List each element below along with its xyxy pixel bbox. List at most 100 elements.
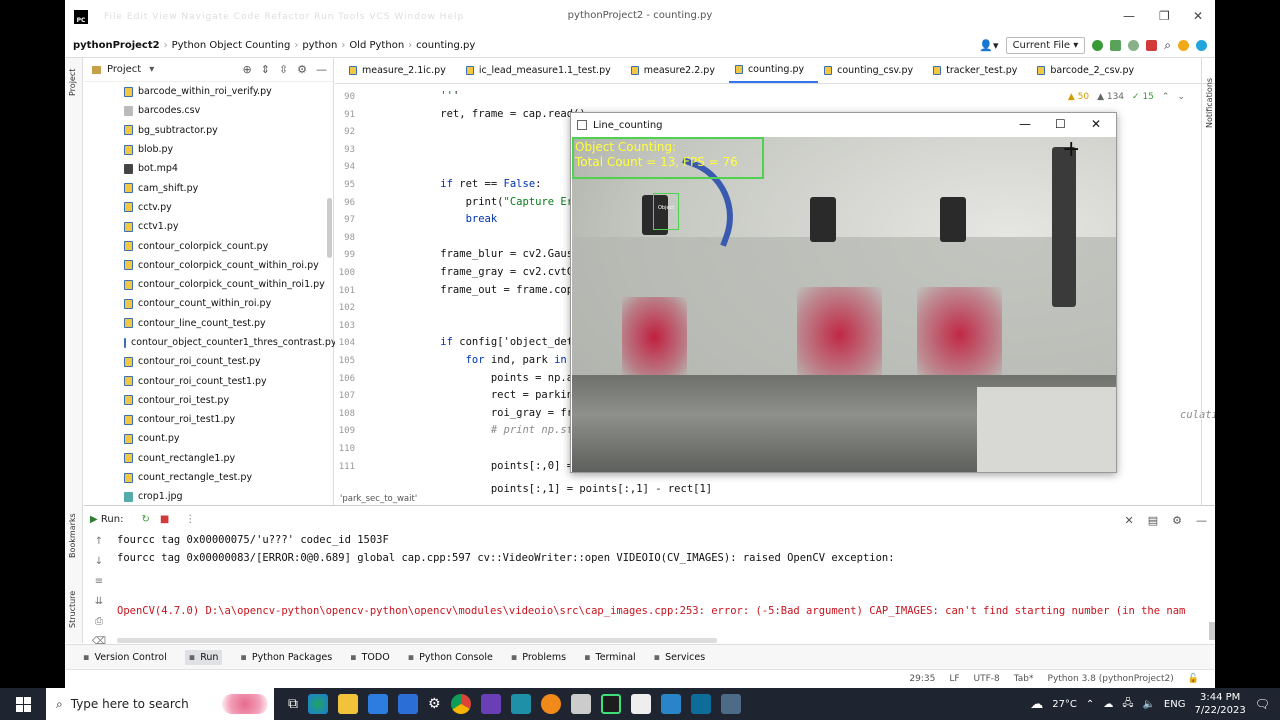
interpreter[interactable]: Python 3.8 (pythonProject2) <box>1048 674 1174 684</box>
file-tree-item[interactable]: contour_line_count_test.py <box>84 314 329 333</box>
file-tree-item[interactable]: barcodes.csv <box>84 101 329 120</box>
maximize-icon[interactable]: ☐ <box>1055 117 1066 131</box>
tree-scrollbar[interactable] <box>327 198 332 258</box>
run-config-select[interactable]: Current File ▾ <box>1005 37 1086 54</box>
file-tree-item[interactable]: contour_colorpick_count_within_roi1.py <box>84 275 329 294</box>
tool-tab-version-control[interactable]: ▪ Version Control <box>83 652 167 663</box>
start-button[interactable] <box>0 688 46 720</box>
search-icon[interactable]: ⌕ <box>1164 38 1171 53</box>
arrow-up-icon[interactable]: ↑ <box>95 536 103 547</box>
chevron-up-icon[interactable]: ⌃ <box>1086 699 1094 710</box>
file-explorer-icon[interactable] <box>338 694 358 714</box>
indent-setting[interactable]: Tab* <box>1014 674 1034 684</box>
run-label[interactable]: Run: <box>101 514 124 525</box>
app-icon[interactable] <box>690 694 711 714</box>
editor-tab[interactable]: ic_lead_measure1.1_test.py <box>460 57 625 83</box>
task-view-icon[interactable]: ⧉ <box>288 696 298 712</box>
file-tree-item[interactable]: contour_roi_count_test1.py <box>84 371 329 390</box>
caret-position[interactable]: 29:35 <box>909 674 935 684</box>
maximize-icon[interactable]: ❐ <box>1159 9 1170 23</box>
file-tree-item[interactable]: crop1.jpg <box>84 487 329 506</box>
file-tree-item[interactable]: contour_colorpick_count_within_roi.py <box>84 256 329 275</box>
print-icon[interactable]: ⎙ <box>95 616 103 627</box>
file-tree-item[interactable]: bot.mp4 <box>84 159 329 178</box>
tool-tab-python-packages[interactable]: ▪ Python Packages <box>240 652 332 663</box>
store-icon[interactable] <box>368 694 388 714</box>
close-icon[interactable]: ✕ <box>1125 514 1134 527</box>
language-indicator[interactable]: ENG <box>1164 699 1186 710</box>
project-tool-tab[interactable]: Project <box>68 69 77 96</box>
structure-tool-tab[interactable]: Structure <box>68 591 77 628</box>
clock[interactable]: 3:44 PM 7/22/2023 <box>1194 691 1245 717</box>
close-icon[interactable]: ✕ <box>1091 117 1101 131</box>
tool-tab-python-console[interactable]: ▪ Python Console <box>408 652 493 663</box>
rerun-icon[interactable] <box>1092 40 1104 51</box>
chrome-icon[interactable] <box>450 694 471 714</box>
pycharm-icon[interactable] <box>600 694 621 714</box>
editor-tab[interactable]: tracker_test.py <box>927 57 1031 83</box>
file-tree-item[interactable]: cctv.py <box>84 198 329 217</box>
breadcrumb-file[interactable]: counting.py <box>416 40 475 51</box>
editor-tab[interactable]: measure_2.1ic.py <box>343 57 460 83</box>
soft-wrap-icon[interactable]: ≡ <box>95 576 103 587</box>
editor-tab[interactable]: barcode_2_csv.py <box>1031 57 1148 83</box>
tool-tab-services[interactable]: ▪ Services <box>654 652 706 663</box>
network-icon[interactable]: 🖧 <box>1122 696 1133 713</box>
python-icon[interactable] <box>720 694 741 714</box>
editor-tab[interactable]: counting.py <box>728 57 819 83</box>
file-tree-item[interactable]: contour_object_counter1_thres_contrast.p… <box>84 333 336 352</box>
editor-tab[interactable]: measure2.2.py <box>625 57 729 83</box>
coverage-icon[interactable] <box>1128 40 1140 51</box>
collapse-all-icon[interactable]: ⇳ <box>279 63 288 76</box>
file-tree-item[interactable]: contour_roi_test.py <box>84 391 329 410</box>
project-panel-title[interactable]: Project <box>107 64 141 75</box>
breadcrumb-folder[interactable]: python <box>302 40 337 51</box>
layout-icon[interactable]: ▤ <box>1148 514 1158 527</box>
tool-tab-todo[interactable]: ▪ TODO <box>350 652 390 663</box>
firefox-icon[interactable] <box>540 694 561 714</box>
minimize-icon[interactable]: — <box>1123 9 1135 23</box>
onedrive-icon[interactable]: ☁ <box>1103 699 1113 710</box>
notifications-tool-tab[interactable]: Notifications <box>1205 78 1214 128</box>
console-vscrollbar[interactable] <box>1209 622 1215 640</box>
weather-icon[interactable]: ☁ <box>1030 697 1043 712</box>
gear-icon[interactable]: ⚙ <box>297 63 307 76</box>
file-tree-item[interactable]: count_rectangle1.py <box>84 449 329 468</box>
update-icon[interactable] <box>1178 40 1189 51</box>
file-tree-item[interactable]: cam_shift.py <box>84 178 329 197</box>
hide-icon[interactable]: — <box>1196 514 1207 527</box>
tool-tab-terminal[interactable]: ▪ Terminal <box>584 652 636 663</box>
volume-icon[interactable]: 🔈 <box>1142 699 1154 710</box>
lock-icon[interactable]: 🔓 <box>1188 674 1199 684</box>
locate-icon[interactable]: ⊕ <box>242 63 251 76</box>
main-menu[interactable]: File Edit View Navigate Code Refactor Ru… <box>104 12 464 22</box>
editor-tab[interactable]: counting_csv.py <box>818 57 927 83</box>
camera-icon[interactable] <box>570 694 591 714</box>
file-encoding[interactable]: UTF-8 <box>974 674 1000 684</box>
file-tree-item[interactable]: barcode_within_roi_verify.py <box>84 82 329 101</box>
plugins-icon[interactable] <box>1196 40 1207 51</box>
tool-tab-problems[interactable]: ▪ Problems <box>511 652 566 663</box>
taskbar-search[interactable]: ⌕ Type here to search <box>46 688 274 720</box>
file-tree-item[interactable]: count_rectangle_test.py <box>84 468 329 487</box>
notepad-icon[interactable] <box>630 694 651 714</box>
stop-icon[interactable] <box>1146 40 1158 51</box>
minimize-icon[interactable]: — <box>1019 117 1031 131</box>
edge-icon[interactable] <box>308 694 328 714</box>
weather-temp[interactable]: 27°C <box>1052 699 1077 710</box>
debug-icon[interactable] <box>1110 40 1122 51</box>
file-tree-item[interactable]: cctv1.py <box>84 217 329 236</box>
close-icon[interactable]: ✕ <box>1193 9 1203 23</box>
arrow-down-icon[interactable]: ↓ <box>95 556 103 567</box>
notification-icon[interactable]: 🗨 <box>1255 697 1270 711</box>
file-tree-item[interactable]: contour_count_within_roi.py <box>84 294 329 313</box>
app-icon[interactable] <box>510 694 531 714</box>
file-tree-item[interactable]: blob.py <box>84 140 329 159</box>
breadcrumb-folder[interactable]: Python Object Counting <box>172 40 291 51</box>
line-ending[interactable]: LF <box>949 674 959 684</box>
expand-all-icon[interactable]: ⇕ <box>261 63 270 76</box>
more-icon[interactable]: ⋮ <box>185 514 195 525</box>
scroll-end-icon[interactable]: ⇊ <box>95 596 103 607</box>
breadcrumb-folder[interactable]: Old Python <box>349 40 404 51</box>
user-icon[interactable]: 👤▾ <box>979 39 998 52</box>
